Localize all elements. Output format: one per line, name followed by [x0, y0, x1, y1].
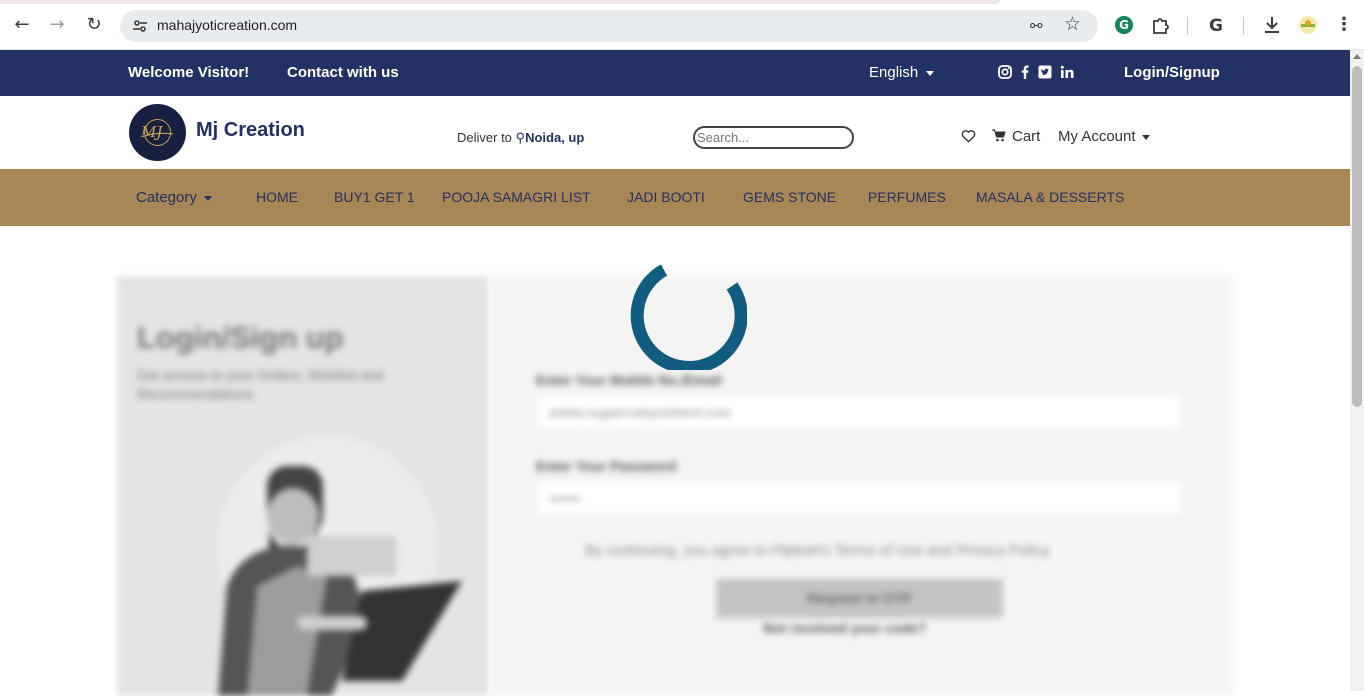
extensions-icon[interactable]: [1150, 14, 1172, 36]
back-icon[interactable]: ←: [10, 13, 34, 37]
scrollbar-thumb[interactable]: [1352, 66, 1362, 407]
browser-toolbar: ← → ↻ mahajyoticreation.com ⚯ ☆ G G ⋮: [0, 0, 1364, 50]
search-input[interactable]: [693, 126, 854, 149]
brand-name[interactable]: Mj Creation: [196, 119, 305, 142]
menu-home[interactable]: HOME: [256, 189, 298, 205]
loading-spinner-icon: [630, 264, 747, 370]
chevron-down-icon: [203, 195, 212, 201]
my-account-label: My Account: [1058, 128, 1136, 145]
wishlist-heart-icon[interactable]: [961, 129, 976, 143]
contact-link[interactable]: Contact with us: [287, 64, 399, 81]
url-text[interactable]: mahajyoticreation.com: [157, 17, 297, 33]
menu-gems-stone[interactable]: GEMS STONE: [743, 189, 836, 205]
mobile-email-label: Enter Your Mobile No./Email: [536, 372, 723, 388]
chevron-down-icon: [926, 70, 935, 76]
menu-jadi-booti[interactable]: JADI BOOTI: [627, 189, 705, 205]
logo-text: MJ: [141, 123, 163, 141]
svg-text:G: G: [1209, 16, 1223, 36]
deliver-label: Deliver to: [457, 130, 512, 145]
page-scrollbar[interactable]: [1350, 50, 1364, 691]
instagram-icon[interactable]: [997, 64, 1013, 80]
terms-text: By continuing, you agree to Flipkart's T…: [585, 542, 1053, 559]
menu-masala-desserts[interactable]: MASALA & DESSERTS: [976, 189, 1124, 205]
cart-link[interactable]: Cart: [992, 128, 1040, 145]
address-bar[interactable]: mahajyoticreation.com ⚯ ☆: [120, 10, 1098, 42]
menu-category-label: Category: [136, 189, 197, 206]
brand-logo[interactable]: MJ: [129, 104, 186, 161]
password-key-icon[interactable]: ⚯: [1030, 17, 1043, 35]
login-title: Login/Sign up: [137, 320, 344, 355]
language-dropdown[interactable]: English: [869, 64, 935, 81]
login-subtitle: Get access to your Orders, Wishlist and …: [137, 367, 384, 402]
menu-category[interactable]: Category: [136, 189, 212, 206]
grammarly-icon[interactable]: G: [1113, 14, 1135, 36]
login-form-panel: Enter Your Mobile No./Email ankita.sugia…: [489, 276, 1233, 696]
main-menu: Category HOME BUY1 GET 1 POOJA SAMAGRI L…: [0, 169, 1350, 226]
google-icon[interactable]: G: [1205, 14, 1227, 36]
language-label: English: [869, 64, 919, 81]
login-intro-panel: Login/Sign up Get access to your Orders,…: [117, 276, 489, 696]
welcome-text: Welcome Visitor!: [128, 64, 250, 81]
site-header: MJ Mj Creation Deliver to ⚲Noida, up Car…: [0, 96, 1350, 169]
menu-buy1-get1[interactable]: BUY1 GET 1: [334, 189, 415, 205]
forward-icon[interactable]: →: [45, 13, 69, 37]
request-otp-button[interactable]: Request to OTP: [716, 579, 1003, 618]
reload-icon[interactable]: ↻: [82, 13, 106, 37]
facebook-icon[interactable]: [1017, 64, 1033, 80]
not-received-link[interactable]: Not received your code?: [763, 620, 926, 636]
bookmark-star-icon[interactable]: ☆: [1064, 13, 1081, 35]
twitter-icon[interactable]: [1037, 64, 1053, 80]
login-signup-link[interactable]: Login/Signup: [1124, 64, 1220, 81]
linkedin-icon[interactable]: [1059, 64, 1075, 80]
login-illustration: [217, 436, 462, 696]
menu-pooja-samagri-list[interactable]: POOJA SAMAGRI LIST: [442, 189, 591, 205]
password-input[interactable]: •••••••: [536, 481, 1182, 515]
cart-icon: [992, 129, 1006, 142]
tab-strip: [0, 0, 1000, 4]
toolbar-divider: [1243, 17, 1244, 35]
menu-kebab-icon[interactable]: ⋮: [1332, 13, 1356, 37]
svg-text:G: G: [1119, 18, 1129, 32]
deliver-to[interactable]: Deliver to ⚲Noida, up: [457, 130, 584, 146]
map-marker-icon: ⚲: [515, 130, 526, 145]
download-icon[interactable]: [1261, 14, 1283, 36]
toolbar-divider: [1187, 17, 1188, 35]
mobile-email-input[interactable]: ankita.sugiarrvalayoshtech.com: [536, 395, 1182, 429]
password-label: Enter Your Password: [536, 458, 677, 474]
cart-label: Cart: [1012, 128, 1041, 145]
chevron-down-icon: [1141, 134, 1150, 140]
profile-avatar-icon[interactable]: [1297, 14, 1319, 36]
top-bar: Welcome Visitor! Contact with us English…: [0, 50, 1350, 96]
deliver-location: Noida, up: [525, 130, 585, 145]
menu-perfumes[interactable]: PERFUMES: [868, 189, 946, 205]
site-settings-icon[interactable]: [132, 18, 148, 34]
my-account-dropdown[interactable]: My Account: [1058, 128, 1150, 145]
scroll-up-icon[interactable]: [1353, 54, 1361, 59]
